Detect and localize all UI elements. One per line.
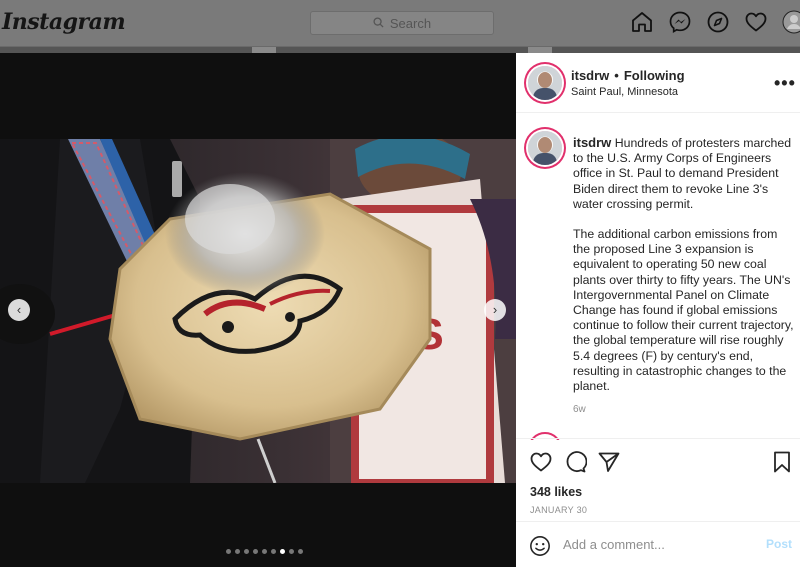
- carousel-dot: [244, 549, 249, 554]
- carousel-dot: [226, 549, 231, 554]
- following-button[interactable]: Following: [624, 68, 685, 83]
- post-header: itsdrw • Following Saint Paul, Minnesota…: [516, 53, 800, 113]
- comment-input[interactable]: [563, 537, 753, 552]
- carousel-prev-button[interactable]: ‹: [8, 299, 30, 321]
- comment-bubble-icon[interactable]: [563, 450, 588, 474]
- carousel-indicator: [226, 549, 303, 554]
- instagram-logo[interactable]: Instagram: [2, 9, 126, 35]
- author-line: itsdrw • Following: [571, 68, 685, 83]
- likes-count[interactable]: 348 likes: [530, 485, 582, 499]
- search-icon: [373, 16, 384, 31]
- save-bookmark-icon[interactable]: [770, 450, 794, 474]
- post-comment-button[interactable]: Post: [766, 537, 792, 551]
- carousel-next-button[interactable]: ›: [484, 299, 506, 321]
- add-comment-bar: Post: [516, 521, 800, 567]
- caption-timestamp[interactable]: 6w: [573, 404, 586, 415]
- chevron-left-icon: ‹: [16, 302, 22, 317]
- explore-icon[interactable]: [706, 10, 730, 34]
- emoji-smiley-icon[interactable]: [529, 535, 551, 557]
- drum-protest-photo: ES: [0, 139, 516, 483]
- post-photo[interactable]: ES: [0, 139, 516, 483]
- post-details-panel: itsdrw • Following Saint Paul, Minnesota…: [516, 53, 800, 567]
- carousel-dot: [235, 549, 240, 554]
- search-placeholder: Search: [389, 15, 432, 31]
- carousel-dot: [289, 549, 294, 554]
- author-username[interactable]: itsdrw: [571, 68, 609, 83]
- caption-paragraph-2: The additional carbon emissions from the…: [573, 227, 794, 394]
- like-heart-icon[interactable]: [529, 450, 553, 474]
- caption: itsdrw Hundreds of protesters marched to…: [573, 135, 795, 394]
- nav-icons: [630, 10, 800, 34]
- top-navigation-bar: Instagram Search: [0, 0, 800, 47]
- heart-icon[interactable]: [744, 10, 768, 34]
- location-link[interactable]: Saint Paul, Minnesota: [571, 86, 678, 98]
- share-paper-plane-icon[interactable]: [597, 450, 621, 474]
- more-options-icon[interactable]: •••: [774, 73, 796, 94]
- home-icon[interactable]: [630, 10, 654, 34]
- caption-author-avatar[interactable]: [528, 131, 562, 165]
- author-avatar[interactable]: [528, 66, 562, 100]
- carousel-dot: [271, 549, 276, 554]
- post-date[interactable]: JANUARY 30: [530, 505, 587, 515]
- carousel-dot: [280, 549, 285, 554]
- carousel-dot: [253, 549, 258, 554]
- search-bar[interactable]: Search: [310, 11, 494, 35]
- carousel-dot: [262, 549, 267, 554]
- carousel-dot: [298, 549, 303, 554]
- chevron-right-icon: ›: [492, 302, 498, 317]
- caption-username[interactable]: itsdrw: [573, 135, 611, 150]
- messenger-icon[interactable]: [668, 10, 692, 34]
- profile-avatar-icon[interactable]: [782, 10, 800, 34]
- separator-dot: •: [614, 68, 619, 83]
- post-actions: 348 likes JANUARY 30 Post: [516, 438, 800, 567]
